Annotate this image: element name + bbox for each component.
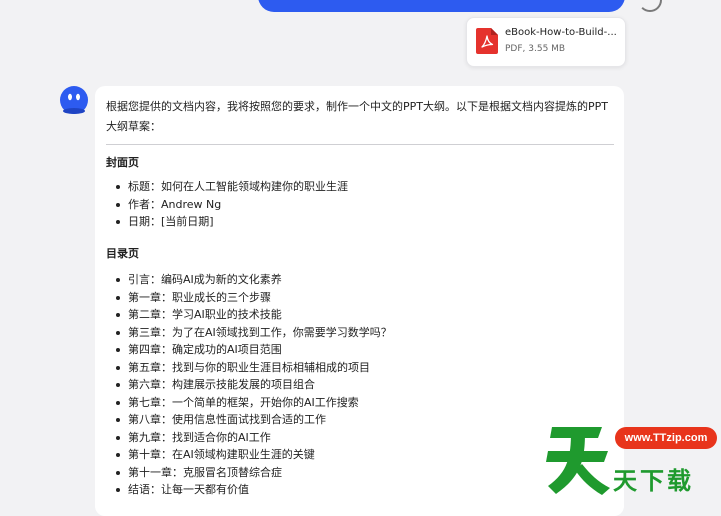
list-item: 第六章：构建展示技能发展的项目组合 (115, 376, 392, 394)
watermark-logo: www.TTzip.com 天下载 (544, 418, 721, 495)
list-item: 第八章：使用信息性面试找到合适的工作 (115, 411, 392, 429)
file-meta: PDF, 3.55 MB (505, 44, 566, 54)
list-item: 第五章：找到与你的职业生涯目标相辅相成的项目 (115, 359, 392, 377)
list-item: 第七章：一个简单的框架，开始你的AI工作搜索 (115, 394, 392, 412)
list-item: 结语：让每一天都有价值 (115, 481, 392, 499)
list-item: 第十一章：克服冒名顶替综合症 (115, 464, 392, 482)
toc-list: 引言：编码AI成为新的文化素养 第一章：职业成长的三个步骤 第二章：学习AI职业… (115, 271, 392, 499)
message-intro: 根据您提供的文档内容，我将按照您的要求，制作一个中文的PPT大纲。以下是根据文档… (106, 100, 608, 133)
pdf-file-icon (476, 28, 498, 54)
list-item: 标题：如何在人工智能领域构建你的职业生涯 (115, 178, 348, 196)
list-item: 第十章：在AI领域构建职业生涯的关键 (115, 446, 392, 464)
section-title-toc: 目录页 (106, 247, 139, 260)
watermark-tian-icon (546, 427, 610, 495)
list-item: 日期：[当前日期] (115, 213, 348, 231)
divider (106, 144, 614, 145)
section-title-cover: 封面页 (106, 156, 139, 169)
file-attachment-card[interactable]: eBook-How-to-Build-... PDF, 3.55 MB (466, 17, 626, 67)
watermark-text: 天下载 (613, 467, 694, 495)
list-item: 第九章：找到适合你的AI工作 (115, 429, 392, 447)
list-item: 引言：编码AI成为新的文化素养 (115, 271, 392, 289)
list-item: 第四章：确定成功的AI项目范围 (115, 341, 392, 359)
watermark-url: www.TTzip.com (615, 427, 717, 449)
list-item: 作者：Andrew Ng (115, 196, 348, 214)
user-message-bubble (258, 0, 625, 12)
user-avatar (638, 0, 662, 12)
cover-list: 标题：如何在人工智能领域构建你的职业生涯 作者：Andrew Ng 日期：[当前… (115, 178, 348, 231)
assistant-avatar-icon (60, 86, 88, 114)
list-item: 第二章：学习AI职业的技术技能 (115, 306, 392, 324)
file-name: eBook-How-to-Build-... (505, 27, 617, 38)
list-item: 第三章：为了在AI领域找到工作，你需要学习数学吗？ (115, 324, 392, 342)
list-item: 第一章：职业成长的三个步骤 (115, 289, 392, 307)
